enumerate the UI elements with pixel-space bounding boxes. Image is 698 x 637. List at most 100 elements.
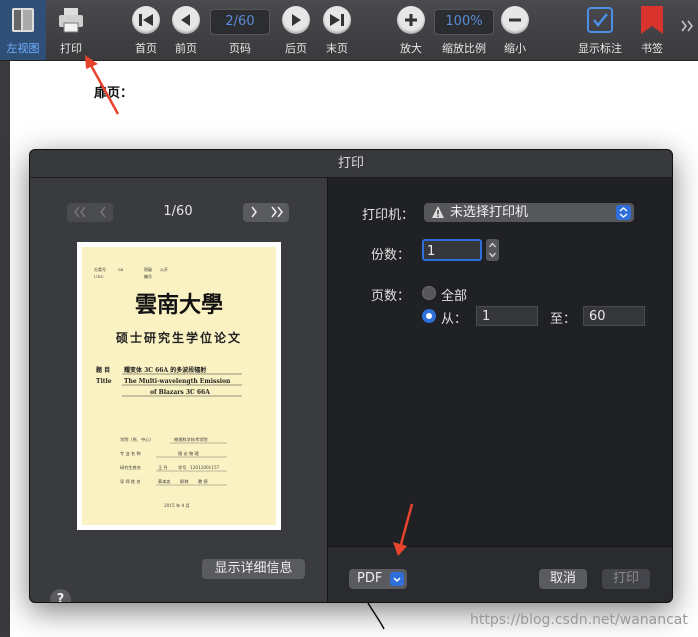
thumb-title-en2: of Blazars 3C 66A — [150, 389, 210, 396]
thumb-school: 物理科学技术学院 — [174, 436, 208, 443]
thumb-student-label: 研究生姓名 — [120, 464, 141, 471]
thumb-title-en1: The Multi-wavelength Emission — [124, 378, 231, 385]
pages-label: 页数： — [370, 289, 410, 304]
pages-all-label: 全部 — [441, 289, 468, 304]
double-chevron-right-icon — [270, 203, 284, 222]
bookmark-label: 书签 — [641, 42, 663, 55]
thumb-student: 王 丹 — [158, 465, 168, 471]
printer-label: 打印机： — [361, 208, 414, 223]
preview-page-indicator: 1/60 — [163, 204, 193, 219]
double-chevron-left-icon — [73, 203, 87, 222]
next-page-icon — [282, 6, 310, 34]
toolbar-overflow-button[interactable] — [676, 0, 698, 60]
zoom-ratio-control: 100% 缩放比例 — [434, 0, 494, 60]
copies-stepper[interactable] — [486, 239, 499, 261]
pages-to-input[interactable]: 60 — [583, 306, 645, 326]
print-button[interactable]: 打印 — [602, 569, 650, 589]
warning-icon — [431, 205, 445, 225]
thumb-header-label1: 分类号 — [94, 266, 106, 272]
pages-from-input[interactable]: 1 — [476, 306, 538, 326]
chevron-down-icon — [390, 572, 404, 586]
zoom-in-label: 放大 — [400, 42, 422, 55]
cancel-button[interactable]: 取消 — [539, 569, 587, 589]
copies-input[interactable]: 1 — [422, 239, 482, 261]
preview-pane: 1/60 分类号 04 密级 公开 UDC 编号 雲南大學 硕士研究生学位论文 … — [30, 178, 327, 602]
thumb-school-label: 学院（所、中心） — [120, 436, 154, 443]
next-page-button[interactable]: 后页 — [278, 0, 314, 60]
show-annotations-button[interactable]: 显示标注 — [572, 0, 628, 60]
pages-all-radio[interactable] — [422, 286, 436, 300]
settings-pane: 打印机： 未选择打印机 份数： 1 页数： 全部 从： 1 至： 60 PDF — [327, 178, 672, 602]
thumb-header-udc: UDC — [94, 274, 104, 279]
first-page-button[interactable]: 首页 — [128, 0, 164, 60]
annotation-arrow-print — [85, 55, 120, 115]
thumb-degree: 硕士研究生学位论文 — [116, 330, 242, 345]
page-thumbnail: 分类号 04 密级 公开 UDC 编号 雲南大學 硕士研究生学位论文 题 目 耀… — [77, 242, 281, 530]
last-page-label: 末页 — [326, 42, 348, 55]
left-view-button[interactable]: 左视图 — [0, 0, 46, 60]
thumb-date: 2015 年 4 月 — [164, 502, 190, 509]
help-button[interactable]: ? — [50, 589, 71, 602]
chevron-double-right-icon — [680, 20, 694, 35]
print-dialog: 打印 1/60 分类号 04 密级 公开 UDC 编号 雲南大學 硕士研究生学位… — [29, 149, 673, 603]
printer-select[interactable]: 未选择打印机 — [424, 203, 634, 222]
thumbnail-paper: 分类号 04 密级 公开 UDC 编号 雲南大學 硕士研究生学位论文 题 目 耀… — [82, 247, 276, 525]
plus-icon — [397, 6, 425, 34]
thumb-advisor-title-label: 职称 — [180, 478, 188, 485]
pages-to-label: 至： — [550, 312, 577, 327]
thumb-advisor-title: 教 授 — [198, 478, 209, 485]
bookmark-icon — [638, 6, 666, 39]
show-details-button[interactable]: 显示详细信息 — [202, 559, 305, 579]
prev-page-label: 前页 — [175, 42, 197, 55]
thumb-major: 理 论 物 理 — [178, 450, 200, 457]
next-page-label: 后页 — [285, 42, 307, 55]
dialog-bottom-bar: PDF 取消 打印 — [328, 546, 672, 602]
pdf-label: PDF — [357, 571, 383, 586]
bookmark-button[interactable]: 书签 — [632, 0, 672, 60]
watermark: https://blog.csdn.net/wanancat — [470, 612, 688, 628]
zoom-field[interactable]: 100% — [434, 9, 494, 35]
last-page-button[interactable]: 末页 — [319, 0, 355, 60]
zoom-out-button[interactable]: 缩小 — [497, 0, 533, 60]
annotation-arrow-pdf — [393, 503, 414, 556]
first-page-label: 首页 — [135, 42, 157, 55]
prev-page-button[interactable]: 前页 — [168, 0, 204, 60]
dialog-title: 打印 — [30, 150, 672, 178]
left-view-icon — [10, 6, 36, 37]
thumb-advisor: 蔡本忠 — [158, 478, 171, 485]
page-number-field[interactable]: 2/60 — [210, 9, 270, 35]
copies-label: 份数： — [370, 248, 410, 263]
thumb-title-label: 题 目 — [95, 366, 110, 374]
print-toolbar-button[interactable]: 打印 — [50, 0, 92, 60]
preview-back-buttons[interactable] — [67, 203, 113, 222]
thumb-title-en-label: Title — [96, 378, 112, 385]
select-arrows-icon — [616, 205, 631, 220]
show-annotations-label: 显示标注 — [578, 42, 622, 55]
thumb-header-number: 编号 — [144, 273, 152, 279]
thumb-university: 雲南大學 — [135, 292, 223, 318]
pdf-menu-button[interactable]: PDF — [349, 569, 407, 589]
minus-icon — [501, 6, 529, 34]
sidebar-strip — [0, 61, 10, 637]
zoom-in-button[interactable]: 放大 — [393, 0, 429, 60]
left-view-label: 左视图 — [6, 42, 40, 55]
printer-value: 未选择打印机 — [450, 205, 529, 220]
preview-forward-buttons[interactable] — [243, 203, 289, 222]
thesis-cover-preview: 分类号 04 密级 公开 UDC 编号 雲南大學 硕士研究生学位论文 题 目 耀… — [94, 266, 242, 509]
thumb-id: 12012001157 — [190, 465, 220, 470]
thumb-id-label: 学号 — [178, 464, 186, 471]
thumb-header-label2: 密级 — [144, 266, 152, 272]
prev-page-icon — [172, 6, 200, 34]
stepper-arrows-icon — [489, 242, 496, 258]
thumb-header-code2: 公开 — [160, 267, 168, 272]
pages-range-radio[interactable] — [422, 309, 436, 323]
thumb-major-label: 专 业 名 称 — [120, 450, 141, 457]
printer-icon — [56, 6, 86, 37]
thumb-title-cn: 耀变体 3C 66A 的多波段辐射 — [123, 366, 206, 374]
zoom-ratio-label: 缩放比例 — [442, 42, 486, 55]
first-page-icon — [132, 6, 160, 34]
chevron-left-icon — [98, 203, 108, 222]
annotation-check-icon — [586, 6, 614, 37]
thumb-advisor-label: 导 师 姓 名 — [120, 478, 141, 485]
last-page-icon — [323, 6, 351, 34]
